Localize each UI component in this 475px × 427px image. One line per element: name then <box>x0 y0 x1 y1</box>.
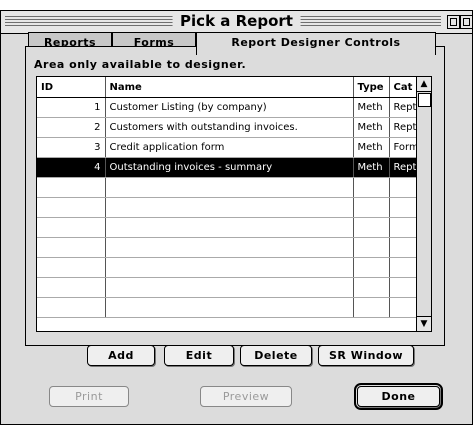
empty-cell <box>37 217 106 238</box>
empty-cell <box>105 177 354 198</box>
empty-cell <box>389 277 418 298</box>
empty-table-row <box>37 277 418 298</box>
cell-id: 2 <box>37 117 106 138</box>
cell-name: Customer Listing (by company) <box>105 97 354 118</box>
empty-cell <box>353 277 390 298</box>
empty-cell <box>37 197 106 218</box>
cell-type: Meth <box>353 97 390 118</box>
cell-name: Outstanding invoices - summary <box>105 157 354 178</box>
empty-table-row <box>37 297 418 318</box>
cell-type: Meth <box>353 157 390 178</box>
empty-cell <box>389 237 418 258</box>
empty-cell <box>353 197 390 218</box>
collapse-box-icon[interactable] <box>460 15 473 29</box>
empty-table-row <box>37 257 418 278</box>
cell-cat: Rept <box>389 157 418 178</box>
cell-type: Meth <box>353 117 390 138</box>
empty-cell <box>389 297 418 318</box>
empty-cell <box>105 257 354 278</box>
preview-button[interactable]: Preview <box>200 386 292 407</box>
done-button[interactable]: Done <box>354 383 443 410</box>
scroll-down-icon[interactable]: ▼ <box>417 316 431 331</box>
empty-cell <box>353 257 390 278</box>
empty-cell <box>389 217 418 238</box>
sr-window-button[interactable]: SR Window <box>318 345 414 366</box>
cell-id: 4 <box>37 157 106 178</box>
scroll-thumb[interactable] <box>418 93 431 107</box>
empty-cell <box>37 177 106 198</box>
add-button[interactable]: Add <box>87 345 155 366</box>
edit-button[interactable]: Edit <box>164 345 234 366</box>
cell-id: 1 <box>37 97 106 118</box>
column-header-id[interactable]: ID <box>37 77 106 98</box>
scroll-up-icon[interactable]: ▲ <box>417 77 431 92</box>
title-bar[interactable]: Pick a Report <box>1 11 473 34</box>
cell-cat: Rept <box>389 97 418 118</box>
empty-cell <box>105 197 354 218</box>
empty-cell <box>105 217 354 238</box>
print-button[interactable]: Print <box>49 386 129 407</box>
empty-cell <box>37 237 106 258</box>
cell-type: Meth <box>353 137 390 158</box>
window-title: Pick a Report <box>172 12 301 31</box>
empty-table-row <box>37 237 418 258</box>
column-header-type[interactable]: Type <box>353 77 390 98</box>
empty-cell <box>353 297 390 318</box>
empty-cell <box>389 177 418 198</box>
table-row[interactable]: 1 Customer Listing (by company) Meth Rept <box>37 97 418 118</box>
empty-table-row <box>37 217 418 238</box>
report-table: ID Name Type Cat 1 Customer Listing (by c… <box>37 77 418 318</box>
empty-cell <box>105 297 354 318</box>
cell-name: Credit application form <box>105 137 354 158</box>
table-row[interactable]: 2 Customers with outstanding invoices. Met… <box>37 117 418 138</box>
column-header-name[interactable]: Name <box>105 77 354 98</box>
cell-name: Customers with outstanding invoices. <box>105 117 354 138</box>
empty-cell <box>353 177 390 198</box>
table-header-row: ID Name Type Cat <box>37 77 418 98</box>
empty-cell <box>37 257 106 278</box>
vertical-scrollbar[interactable]: ▲ ▼ <box>416 77 431 331</box>
zoom-box-icon[interactable] <box>447 15 460 29</box>
delete-button[interactable]: Delete <box>240 345 312 366</box>
empty-cell <box>105 277 354 298</box>
report-list: ID Name Type Cat 1 Customer Listing (by c… <box>36 76 432 332</box>
empty-table-row <box>37 197 418 218</box>
empty-table-row <box>37 177 418 198</box>
table-row[interactable]: 3 Credit application form Meth Form <box>37 137 418 158</box>
empty-cell <box>37 277 106 298</box>
cell-cat: Form <box>389 137 418 158</box>
cell-id: 3 <box>37 137 106 158</box>
tab-report-designer-controls[interactable]: Report Designer Controls <box>196 32 436 55</box>
cell-cat: Rept <box>389 117 418 138</box>
table-row[interactable]: 4 Outstanding invoices - summary Meth Rept <box>37 157 418 178</box>
column-header-cat[interactable]: Cat <box>389 77 418 98</box>
empty-cell <box>37 297 106 318</box>
designer-note: Area only available to designer. <box>34 58 247 71</box>
empty-cell <box>389 257 418 278</box>
empty-cell <box>105 237 354 258</box>
empty-cell <box>389 197 418 218</box>
empty-cell <box>353 217 390 238</box>
empty-cell <box>353 237 390 258</box>
